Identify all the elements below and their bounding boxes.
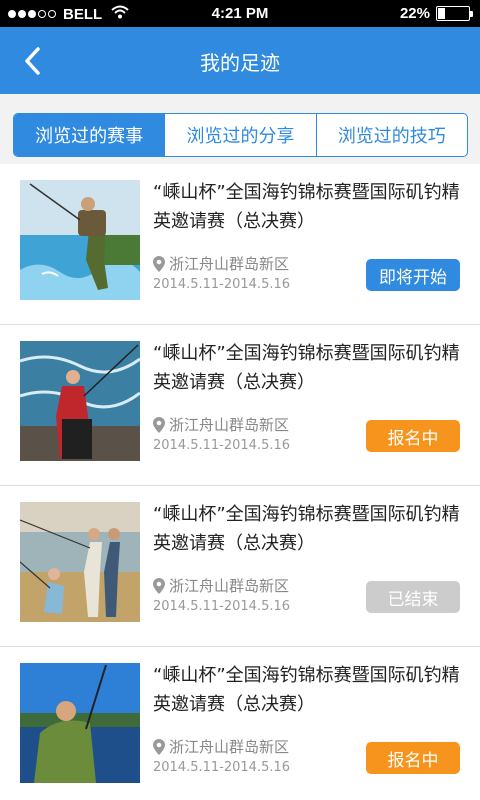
event-dates: 2014.5.11-2014.5.16 [153,438,291,453]
battery-percent: 22% [399,5,430,22]
tab-viewed-shares[interactable]: 浏览过的分享 [164,114,315,156]
event-location: 浙江舟山群岛新区 [153,736,289,757]
location-pin-icon [153,416,165,433]
event-title: “嵊山杯”全国海钓锦标赛暨国际矶钓精英邀请赛（总决赛） [153,182,460,232]
event-location-text: 浙江舟山群岛新区 [169,577,290,595]
event-location-text: 浙江舟山群岛新区 [169,416,290,434]
event-list: “嵊山杯”全国海钓锦标赛暨国际矶钓精英邀请赛（总决赛） 浙江舟山群岛新区 201… [0,164,480,800]
status-badge[interactable]: 已结束 [366,581,460,613]
event-location: 浙江舟山群岛新区 [153,253,289,274]
tabs-area: 浏览过的赛事 浏览过的分享 浏览过的技巧 [0,94,480,164]
segmented-tabs: 浏览过的赛事 浏览过的分享 浏览过的技巧 [13,113,468,157]
list-item[interactable]: “嵊山杯”全国海钓锦标赛暨国际矶钓精英邀请赛（总决赛） 浙江舟山群岛新区 201… [0,647,480,800]
navigation-bar: 我的足迹 [0,27,480,94]
event-thumbnail [20,663,140,783]
event-title: “嵊山杯”全国海钓锦标赛暨国际矶钓精英邀请赛（总决赛） [153,504,460,554]
status-badge[interactable]: 报名中 [366,420,460,452]
event-location-text: 浙江舟山群岛新区 [169,738,290,756]
tab-viewed-tips[interactable]: 浏览过的技巧 [315,114,467,156]
tab-viewed-events[interactable]: 浏览过的赛事 [14,114,165,156]
event-thumbnail [20,341,140,461]
location-pin-icon [153,255,165,272]
event-thumbnail [20,502,140,622]
status-badge[interactable]: 即将开始 [366,259,460,291]
event-location: 浙江舟山群岛新区 [153,414,289,435]
event-location: 浙江舟山群岛新区 [153,575,289,596]
event-dates: 2014.5.11-2014.5.16 [153,277,291,292]
event-title: “嵊山杯”全国海钓锦标赛暨国际矶钓精英邀请赛（总决赛） [153,343,460,393]
list-item[interactable]: “嵊山杯”全国海钓锦标赛暨国际矶钓精英邀请赛（总决赛） 浙江舟山群岛新区 201… [0,164,480,325]
page-title: 我的足迹 [200,51,280,75]
location-pin-icon [153,577,165,594]
list-item[interactable]: “嵊山杯”全国海钓锦标赛暨国际矶钓精英邀请赛（总决赛） 浙江舟山群岛新区 201… [0,325,480,486]
status-bar: BELL 4:21 PM 22% [0,0,480,27]
event-title: “嵊山杯”全国海钓锦标赛暨国际矶钓精英邀请赛（总决赛） [153,665,460,715]
event-dates: 2014.5.11-2014.5.16 [153,599,291,614]
battery-icon [436,6,473,21]
event-dates: 2014.5.11-2014.5.16 [153,760,291,775]
status-badge[interactable]: 报名中 [366,742,460,774]
battery-status: 22% [399,5,473,22]
location-pin-icon [153,738,165,755]
event-location-text: 浙江舟山群岛新区 [169,255,290,273]
list-item[interactable]: “嵊山杯”全国海钓锦标赛暨国际矶钓精英邀请赛（总决赛） 浙江舟山群岛新区 201… [0,486,480,647]
event-thumbnail [20,180,140,300]
